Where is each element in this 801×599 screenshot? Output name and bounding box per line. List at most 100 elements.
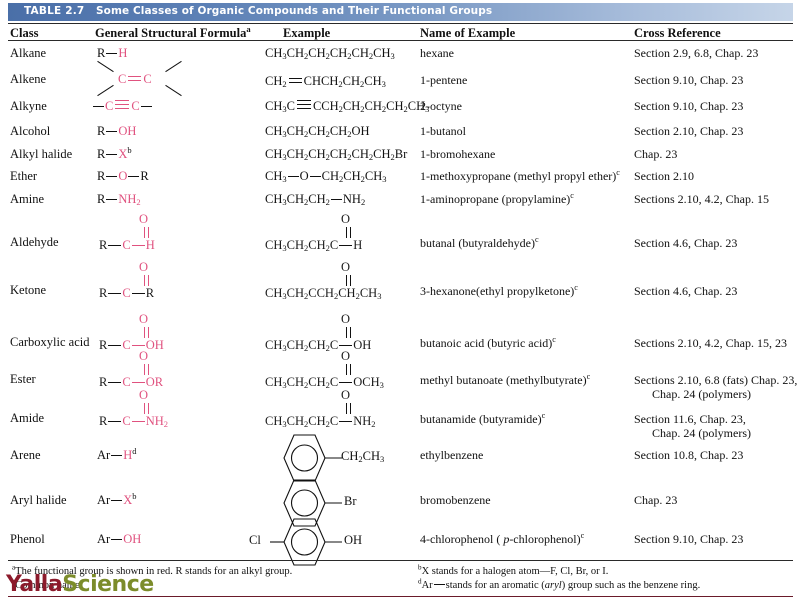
example-ether: CH3 O CH2CH2CH3 <box>265 169 387 184</box>
bond-single <box>106 154 118 155</box>
formula-alkyne: CC <box>92 99 153 113</box>
name-amine-text: 1-aminopropane (propylamine) <box>420 192 571 206</box>
formula-ester-base: R C OR <box>99 375 163 390</box>
formula-aryl-halide-ar: Ar <box>97 493 111 507</box>
formula-arene-group: H <box>123 448 133 462</box>
bond-single <box>339 345 353 346</box>
bond-arm <box>165 60 182 73</box>
formula-ether: ROR <box>97 169 149 183</box>
name-alcohol: 1-butanol <box>420 124 466 138</box>
bond-triple <box>115 100 130 109</box>
name-amide-text: butanamide (butyramide) <box>420 412 542 426</box>
formula-phenol-ar: Ar <box>97 532 111 546</box>
row-class-aldehyde: Aldehyde <box>10 235 59 249</box>
row-class-ester: Ester <box>10 372 36 386</box>
bond-double-vertical <box>144 227 149 238</box>
row-class-amide: Amide <box>10 411 45 425</box>
formula-alkane-h: H <box>118 46 128 60</box>
bond-single <box>108 345 122 346</box>
bond-arm <box>97 60 114 73</box>
carbonyl-oxygen: O <box>341 349 351 363</box>
formula-alcohol: R OH <box>97 124 136 138</box>
row-class-alkyne: Alkyne <box>10 99 47 113</box>
formula-amide-base: R C NH2 <box>99 414 168 429</box>
alkyne-c1: C <box>105 99 114 113</box>
formula-ketone-base: RCR <box>99 286 154 301</box>
bond-single <box>131 245 145 246</box>
bond-single <box>108 293 122 294</box>
formula-aldehyde-r: R <box>99 238 108 252</box>
italic-aryl: aryl <box>544 580 562 591</box>
example-alkane: CH3CH2CH2CH2CH2CH3 <box>265 46 395 61</box>
xref-amide: Section 11.6, Chap. 23, Chap. 24 (polymer… <box>634 412 751 441</box>
bond-single <box>111 500 123 501</box>
xref-alcohol: Section 2.10, Chap. 23 <box>634 124 744 138</box>
example-phenol-cl: Cl <box>249 533 261 547</box>
example-alkyne: CH3C CCH2CH2CH2CH2CH3 <box>265 99 430 114</box>
name-ester: methyl butanoate (methylbutyrate)c <box>420 372 591 388</box>
footnote-mark-c: c <box>570 191 574 200</box>
carbonyl-oxygen: O <box>341 312 351 326</box>
example-arene-label: CH2CH3 <box>341 449 385 464</box>
formula-arene: Ar Hd <box>97 447 136 462</box>
table-title-bar: TABLE 2.7 Some Classes of Organic Compou… <box>8 3 793 21</box>
name-acid-text: butanoic acid (butyric acid) <box>420 336 553 350</box>
formula-alkane-r: R <box>97 46 106 60</box>
xref-carboxylic-acid: Sections 2.10, 4.2, Chap. 15, 23 <box>634 336 787 350</box>
bond-single <box>106 199 118 200</box>
bond-double <box>288 78 302 83</box>
amine-nh: NH <box>118 192 137 206</box>
name-ketone-text: 3-hexanone(ethyl propylketone) <box>420 284 575 298</box>
bond-double-vertical <box>346 227 351 238</box>
formula-ester-r: R <box>99 375 108 389</box>
name-alkane: hexane <box>420 46 454 60</box>
column-header-class: Class <box>10 26 39 40</box>
footnote-mark-c: c <box>534 235 539 244</box>
bond-single <box>131 382 145 383</box>
name-ketone: 3-hexanone(ethyl propylketone)c <box>420 283 578 299</box>
xref-alkyne: Section 9.10, Chap. 23 <box>634 99 744 113</box>
formula-phenol: Ar OH <box>97 532 141 546</box>
name-aldehyde: butanal (butyraldehyde)c <box>420 235 539 251</box>
example-amide-base: CH3CH2CH2C NH2 <box>265 414 376 429</box>
name-carboxylic-acid: butanoic acid (butyric acid)c <box>420 335 556 351</box>
amide-sub: 2 <box>163 419 168 429</box>
row-class-aryl-halide: Aryl halide <box>10 493 67 507</box>
example-alkene: CH2 CHCH2CH2CH3 <box>265 74 386 89</box>
carbonyl-oxygen: O <box>139 349 149 363</box>
example-acid-base: CH3CH2CH2C OH <box>265 338 372 353</box>
name-amine: 1-aminopropane (propylamine)c <box>420 191 574 207</box>
bond-single <box>131 293 145 294</box>
example-phenol-oh: OH <box>344 533 363 547</box>
watermark-part2: Science <box>62 572 154 597</box>
formula-alcohol-group: OH <box>118 124 137 138</box>
footnote-mark-c: c <box>586 372 591 381</box>
xref-ketone: Section 4.6, Chap. 23 <box>634 284 738 298</box>
table-number: TABLE 2.7 <box>24 5 85 17</box>
bond-single <box>309 176 321 177</box>
bond-single <box>93 106 104 107</box>
bond-single <box>339 421 353 422</box>
name-ester-text: methyl butanoate (methylbutyrate) <box>420 373 587 387</box>
alkene-c2: C <box>143 72 152 86</box>
example-ester-base: CH3CH2CH2C OCH3 <box>265 375 384 390</box>
formula-ketone-r2: R <box>145 286 155 300</box>
name-alkene: 1-pentene <box>420 73 468 87</box>
bond-single <box>287 176 299 177</box>
carbonyl-oxygen: O <box>341 212 351 226</box>
formula-alkane: RH <box>97 46 127 60</box>
bond-single <box>108 421 122 422</box>
xref-amide-line1: Section 11.6, Chap. 23, <box>634 412 746 426</box>
bond-single <box>111 539 123 540</box>
formula-phenol-group: OH <box>123 532 142 546</box>
formula-ester-group: OR <box>145 375 164 389</box>
carbonyl-oxygen: O <box>139 388 149 402</box>
row-class-alcohol: Alcohol <box>10 124 51 138</box>
alkyne-c2: C <box>131 99 140 113</box>
example-ketone-base: CH3CH2CCH2CH2CH3 <box>265 286 382 301</box>
column-header-name-of-example: Name of Example <box>420 26 516 40</box>
footnote-b: bX stands for a halogen atom—F, Cl, Br, … <box>418 564 608 577</box>
row-class-arene: Arene <box>10 448 41 462</box>
example-alcohol: CH3CH2CH2CH2OH <box>265 124 370 139</box>
name-aryl-halide: bromobenzene <box>420 493 491 507</box>
